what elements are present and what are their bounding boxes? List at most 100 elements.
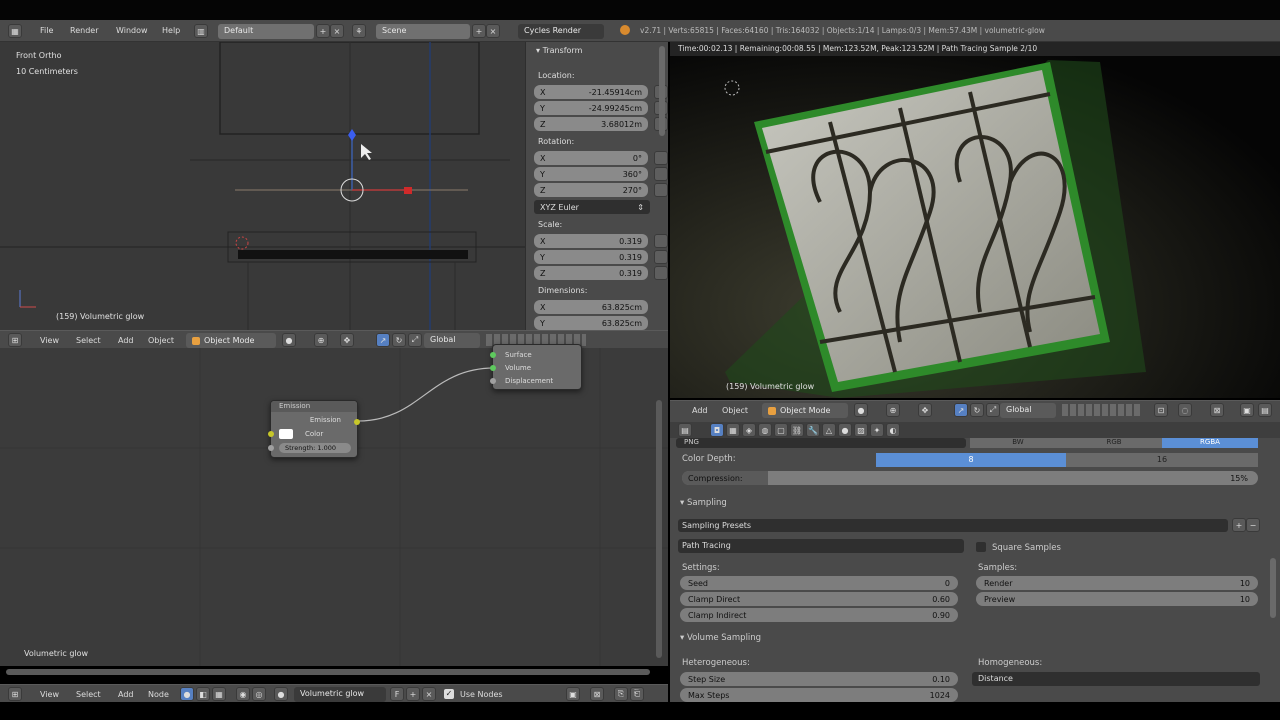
- scale-icon[interactable]: ⤢: [408, 333, 422, 347]
- menu-window[interactable]: Window: [116, 26, 148, 35]
- sampling-header[interactable]: ▾ Sampling: [680, 498, 727, 508]
- emission-node[interactable]: Emission Emission Color Strength: 1.000: [268, 400, 360, 458]
- emission-output-socket[interactable]: [354, 419, 360, 425]
- location-y-field[interactable]: Y -24.99245cm: [534, 101, 648, 115]
- menu-add[interactable]: Add: [118, 336, 134, 345]
- menu-object[interactable]: Object: [148, 336, 174, 345]
- manipulator-icon[interactable]: ✥: [340, 333, 354, 347]
- strength-socket[interactable]: [268, 445, 274, 451]
- layer-buttons[interactable]: [1062, 404, 1142, 416]
- menu-file[interactable]: File: [40, 26, 53, 35]
- proportional-icon[interactable]: ◌: [1178, 403, 1192, 417]
- sampling-presets-select[interactable]: Sampling Presets: [678, 519, 1228, 532]
- use-nodes-checkbox[interactable]: ✓: [444, 689, 454, 699]
- unlink-material-icon[interactable]: ×: [422, 687, 436, 701]
- world-tab-icon[interactable]: ◍: [758, 423, 772, 437]
- layout-field[interactable]: Default: [218, 24, 314, 39]
- render-samples-field[interactable]: Render 10: [976, 576, 1258, 590]
- menu-view[interactable]: View: [40, 336, 59, 345]
- scale-icon[interactable]: ⤢: [986, 403, 1000, 417]
- rotate-icon[interactable]: ↻: [392, 333, 406, 347]
- lock-icon[interactable]: [654, 250, 668, 264]
- homogeneous-select[interactable]: Distance: [972, 672, 1260, 686]
- layout-icon[interactable]: ▥: [194, 24, 208, 38]
- remove-layout-icon[interactable]: ×: [330, 24, 344, 38]
- add-material-icon[interactable]: +: [406, 687, 420, 701]
- color-depth-16-button[interactable]: 16: [1066, 453, 1258, 467]
- sidebar-scrollbar[interactable]: [659, 46, 665, 136]
- rotation-x-field[interactable]: X 0°: [534, 151, 648, 165]
- horizontal-scrollbar[interactable]: [6, 669, 650, 675]
- material-output-node[interactable]: Surface Volume Displacement: [490, 344, 582, 390]
- seed-field[interactable]: Seed 0: [680, 576, 958, 590]
- menu-add[interactable]: Add: [692, 406, 708, 415]
- location-x-field[interactable]: X -21.45914cm: [534, 85, 648, 99]
- pivot-icon[interactable]: ⊕: [886, 403, 900, 417]
- render-icon[interactable]: ▣: [1240, 403, 1254, 417]
- manipulator-icon[interactable]: ✥: [918, 403, 932, 417]
- pivot-icon[interactable]: ⊕: [314, 333, 328, 347]
- scale-z-field[interactable]: Z 0.319: [534, 266, 648, 280]
- vertical-scrollbar[interactable]: [656, 400, 662, 658]
- material-field[interactable]: Volumetric glow: [294, 687, 386, 702]
- volume-socket[interactable]: [490, 365, 496, 371]
- menu-add[interactable]: Add: [118, 690, 134, 699]
- scale-x-field[interactable]: X 0.319: [534, 234, 648, 248]
- texture-tab-icon[interactable]: ▨: [854, 423, 868, 437]
- rotation-mode-select[interactable]: XYZ Euler ⇕: [534, 200, 650, 214]
- step-size-field[interactable]: Step Size 0.10: [680, 672, 958, 686]
- lock-icon[interactable]: [654, 167, 668, 181]
- clamp-indirect-field[interactable]: Clamp Indirect 0.90: [680, 608, 958, 622]
- displacement-socket[interactable]: [490, 378, 496, 384]
- surface-socket[interactable]: [490, 352, 496, 358]
- translate-icon[interactable]: ↗: [376, 333, 390, 347]
- menu-select[interactable]: Select: [76, 690, 101, 699]
- data-tab-icon[interactable]: △: [822, 423, 836, 437]
- fake-user-button[interactable]: F: [390, 687, 404, 701]
- translate-icon[interactable]: ↗: [954, 403, 968, 417]
- square-samples-checkbox[interactable]: [976, 542, 986, 552]
- scene-icon[interactable]: ⚘: [352, 24, 366, 38]
- backdrop-icon[interactable]: ▣: [566, 687, 580, 701]
- color-rgba-button[interactable]: RGBA: [1162, 438, 1258, 448]
- lock-icon[interactable]: [654, 266, 668, 280]
- editor-type-icon[interactable]: ▤: [678, 423, 692, 437]
- file-format-select[interactable]: PNG: [676, 438, 966, 448]
- color-rgb-button[interactable]: RGB: [1066, 438, 1162, 448]
- remove-preset-icon[interactable]: −: [1246, 518, 1260, 532]
- editor-type-icon[interactable]: ⊞: [8, 687, 22, 701]
- remove-scene-icon[interactable]: ×: [486, 24, 500, 38]
- scale-y-field[interactable]: Y 0.319: [534, 250, 648, 264]
- dimension-y-field[interactable]: Y 63.825cm: [534, 316, 648, 330]
- shading-icon[interactable]: ●: [282, 333, 296, 347]
- color-socket[interactable]: [268, 431, 274, 437]
- add-layout-icon[interactable]: +: [316, 24, 330, 38]
- transform-header[interactable]: ▾ Transform: [536, 46, 582, 55]
- rotate-icon[interactable]: ↻: [970, 403, 984, 417]
- orientation-select[interactable]: Global: [424, 333, 480, 348]
- snap-icon[interactable]: ⊠: [590, 687, 604, 701]
- mode-select[interactable]: Object Mode: [186, 333, 276, 348]
- rotation-z-field[interactable]: Z 270°: [534, 183, 648, 197]
- constraints-tab-icon[interactable]: ⛓: [790, 423, 804, 437]
- physics-tab-icon[interactable]: ◐: [886, 423, 900, 437]
- compression-slider[interactable]: Compression: 15%: [682, 471, 1258, 485]
- menu-render[interactable]: Render: [70, 26, 98, 35]
- render-engine-select[interactable]: Cycles Render: [518, 24, 604, 39]
- copy-icon[interactable]: ⎘: [614, 687, 628, 701]
- properties-scrollbar[interactable]: [1270, 558, 1276, 618]
- max-steps-field[interactable]: Max Steps 1024: [680, 688, 958, 702]
- color-swatch[interactable]: [279, 429, 293, 439]
- dimension-x-field[interactable]: X 63.825cm: [534, 300, 648, 314]
- menu-node[interactable]: Node: [148, 690, 169, 699]
- menu-help[interactable]: Help: [162, 26, 180, 35]
- opengl-render-icon[interactable]: ▤: [1258, 403, 1272, 417]
- object-tab-icon[interactable]: ▢: [774, 423, 788, 437]
- render-tab-icon[interactable]: ◘: [710, 423, 724, 437]
- menu-select[interactable]: Select: [76, 336, 101, 345]
- rotation-y-field[interactable]: Y 360°: [534, 167, 648, 181]
- lock-camera-icon[interactable]: ⊡: [1154, 403, 1168, 417]
- add-scene-icon[interactable]: +: [472, 24, 486, 38]
- integrator-select[interactable]: Path Tracing: [678, 539, 964, 553]
- lock-icon[interactable]: [654, 183, 668, 197]
